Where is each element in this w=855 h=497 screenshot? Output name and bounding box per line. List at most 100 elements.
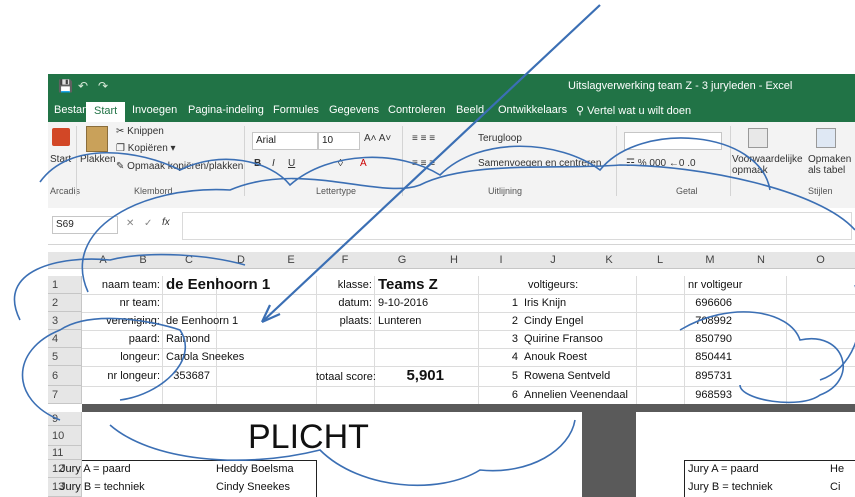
tab-controleren[interactable]: Controleren — [388, 104, 445, 116]
row-header-6[interactable]: 6 — [48, 366, 82, 386]
column-header-a[interactable]: A — [82, 252, 125, 269]
column-header-e[interactable]: E — [266, 252, 317, 269]
value-team-name[interactable]: de Eenhoorn 1 — [166, 276, 270, 293]
column-header-l[interactable]: L — [636, 252, 685, 269]
voltigeur-name[interactable]: Cindy Engel — [524, 315, 583, 327]
value-plaats[interactable]: Lunteren — [378, 315, 421, 327]
merge-center-button[interactable]: Samenvoegen en centreren — [478, 158, 601, 169]
value-paard[interactable]: Raimond — [166, 333, 210, 345]
voltigeur-name[interactable]: Iris Knijn — [524, 297, 566, 309]
styles-group-label: Stijlen — [808, 186, 833, 196]
tab-beeld[interactable]: Beeld — [456, 104, 484, 116]
cancel-icon[interactable]: ✕ — [126, 218, 134, 229]
jury-a-name[interactable]: Heddy Boelsma — [216, 463, 294, 475]
underline-icon[interactable]: U — [288, 158, 295, 169]
voltigeur-id[interactable]: 850790 — [684, 333, 732, 345]
voltigeur-nr: 5 — [511, 370, 518, 382]
font-size-select[interactable]: 10 — [318, 132, 360, 150]
column-header-c[interactable]: C — [162, 252, 217, 269]
voltigeur-id[interactable]: 696606 — [684, 297, 732, 309]
align-left-icon[interactable]: ≡ ≡ ≡ — [412, 158, 435, 169]
jury-a-name-right[interactable]: He — [830, 463, 844, 475]
scissors-icon: ✂ — [116, 126, 125, 137]
font-grow-icon[interactable]: A˄ A˅ — [364, 133, 391, 144]
voltigeur-id[interactable]: 850441 — [684, 351, 732, 363]
save-icon[interactable]: 💾 — [58, 79, 73, 93]
font-color-icon[interactable]: A — [360, 158, 367, 169]
align-top-icon[interactable]: ≡ ≡ ≡ — [412, 133, 435, 144]
voltigeur-name[interactable]: Rowena Sentveld — [524, 370, 610, 382]
italic-icon[interactable]: I — [272, 158, 275, 169]
column-header-b[interactable]: B — [124, 252, 163, 269]
number-format-select[interactable] — [624, 132, 722, 150]
redo-icon[interactable]: ↷ — [98, 79, 108, 93]
value-datum[interactable]: 9-10-2016 — [378, 297, 428, 309]
voltigeur-name[interactable]: Quirine Fransoo — [524, 333, 603, 345]
column-header-j[interactable]: J — [524, 252, 583, 269]
row-header-11[interactable]: 11 — [48, 446, 82, 460]
tab-gegevens[interactable]: Gegevens — [329, 104, 379, 116]
paste-button[interactable]: Plakken — [80, 154, 116, 165]
select-all-corner[interactable] — [48, 252, 83, 269]
tab-formules[interactable]: Formules — [273, 104, 319, 116]
undo-icon[interactable]: ↶ — [78, 79, 88, 93]
format-table-button[interactable]: Opmaken als tabel — [808, 154, 854, 176]
conditional-format-icon[interactable] — [748, 128, 768, 148]
value-longeur[interactable]: Carola Sneekes — [166, 351, 244, 363]
label-klasse: klasse: — [337, 279, 372, 291]
bold-icon[interactable]: B — [254, 158, 261, 169]
confirm-icon[interactable]: ✓ — [144, 218, 152, 229]
start-addin-icon[interactable] — [52, 128, 70, 146]
voltigeur-name[interactable]: Annelien Veenendaal — [524, 389, 628, 401]
tab-start[interactable]: Start — [86, 102, 126, 122]
cut-button[interactable]: ✂ Knippen — [116, 126, 164, 137]
paste-icon[interactable] — [86, 126, 108, 152]
row-header-3[interactable]: 3 — [48, 312, 82, 330]
insert-function-icon[interactable]: fx — [162, 217, 170, 228]
voltigeur-id[interactable]: 708992 — [684, 315, 732, 327]
row-header-4[interactable]: 4 — [48, 330, 82, 348]
name-box[interactable]: S69 — [52, 216, 118, 234]
font-name-select[interactable]: Arial — [252, 132, 318, 150]
column-header-m[interactable]: M — [684, 252, 737, 269]
column-header-f[interactable]: F — [316, 252, 375, 269]
row-header-1[interactable]: 1 — [48, 276, 82, 294]
gridline — [82, 348, 855, 349]
voltigeur-id[interactable]: 968593 — [684, 389, 732, 401]
row-header-9[interactable]: 9 — [48, 412, 82, 426]
jury-b-name[interactable]: Cindy Sneekes — [216, 481, 290, 493]
tab-pagina-indeling[interactable]: Pagina-indeling — [188, 104, 264, 116]
gridline — [316, 276, 317, 404]
row-header-2[interactable]: 2 — [48, 294, 82, 312]
copy-button[interactable]: ❐ Kopiëren ▾ — [116, 143, 176, 154]
format-table-icon[interactable] — [816, 128, 836, 148]
row-header-10[interactable]: 10 — [48, 426, 82, 446]
voltigeur-id[interactable]: 895731 — [684, 370, 732, 382]
label-nr-team: nr team: — [119, 297, 160, 309]
column-header-k[interactable]: K — [582, 252, 637, 269]
tell-me-search[interactable]: ⚲ Vertel wat u wilt doen — [576, 104, 691, 117]
conditional-format-button[interactable]: Voorwaardelijke opmaak — [732, 154, 803, 176]
jury-b-name-right[interactable]: Ci — [830, 481, 840, 493]
column-header-i[interactable]: I — [478, 252, 525, 269]
value-totaal-score[interactable]: 5,901 — [374, 367, 444, 384]
column-header-g[interactable]: G — [374, 252, 431, 269]
column-header-o[interactable]: O — [786, 252, 855, 269]
fill-color-icon[interactable]: ◊ — [338, 158, 343, 169]
format-painter-button[interactable]: ✎ Opmaak kopiëren/plakken — [116, 161, 243, 172]
column-header-n[interactable]: N — [736, 252, 787, 269]
formula-input[interactable] — [182, 212, 852, 240]
value-klasse[interactable]: Teams Z — [378, 276, 438, 293]
column-header-h[interactable]: H — [430, 252, 479, 269]
number-format-icons[interactable]: ☶ % 000 ←0 .0 — [626, 158, 696, 169]
row-header-5[interactable]: 5 — [48, 348, 82, 366]
start-addin-button[interactable]: Start — [50, 154, 71, 165]
column-header-d[interactable]: D — [216, 252, 267, 269]
value-nr-longeur[interactable]: 353687 — [162, 370, 210, 382]
voltigeur-name[interactable]: Anouk Roest — [524, 351, 587, 363]
value-vereniging[interactable]: de Eenhoorn 1 — [166, 315, 238, 327]
row-header-7[interactable]: 7 — [48, 386, 82, 404]
tab-ontwikkelaars[interactable]: Ontwikkelaars — [498, 104, 567, 116]
tab-invoegen[interactable]: Invoegen — [132, 104, 177, 116]
wrap-text-button[interactable]: Terugloop — [478, 133, 522, 144]
